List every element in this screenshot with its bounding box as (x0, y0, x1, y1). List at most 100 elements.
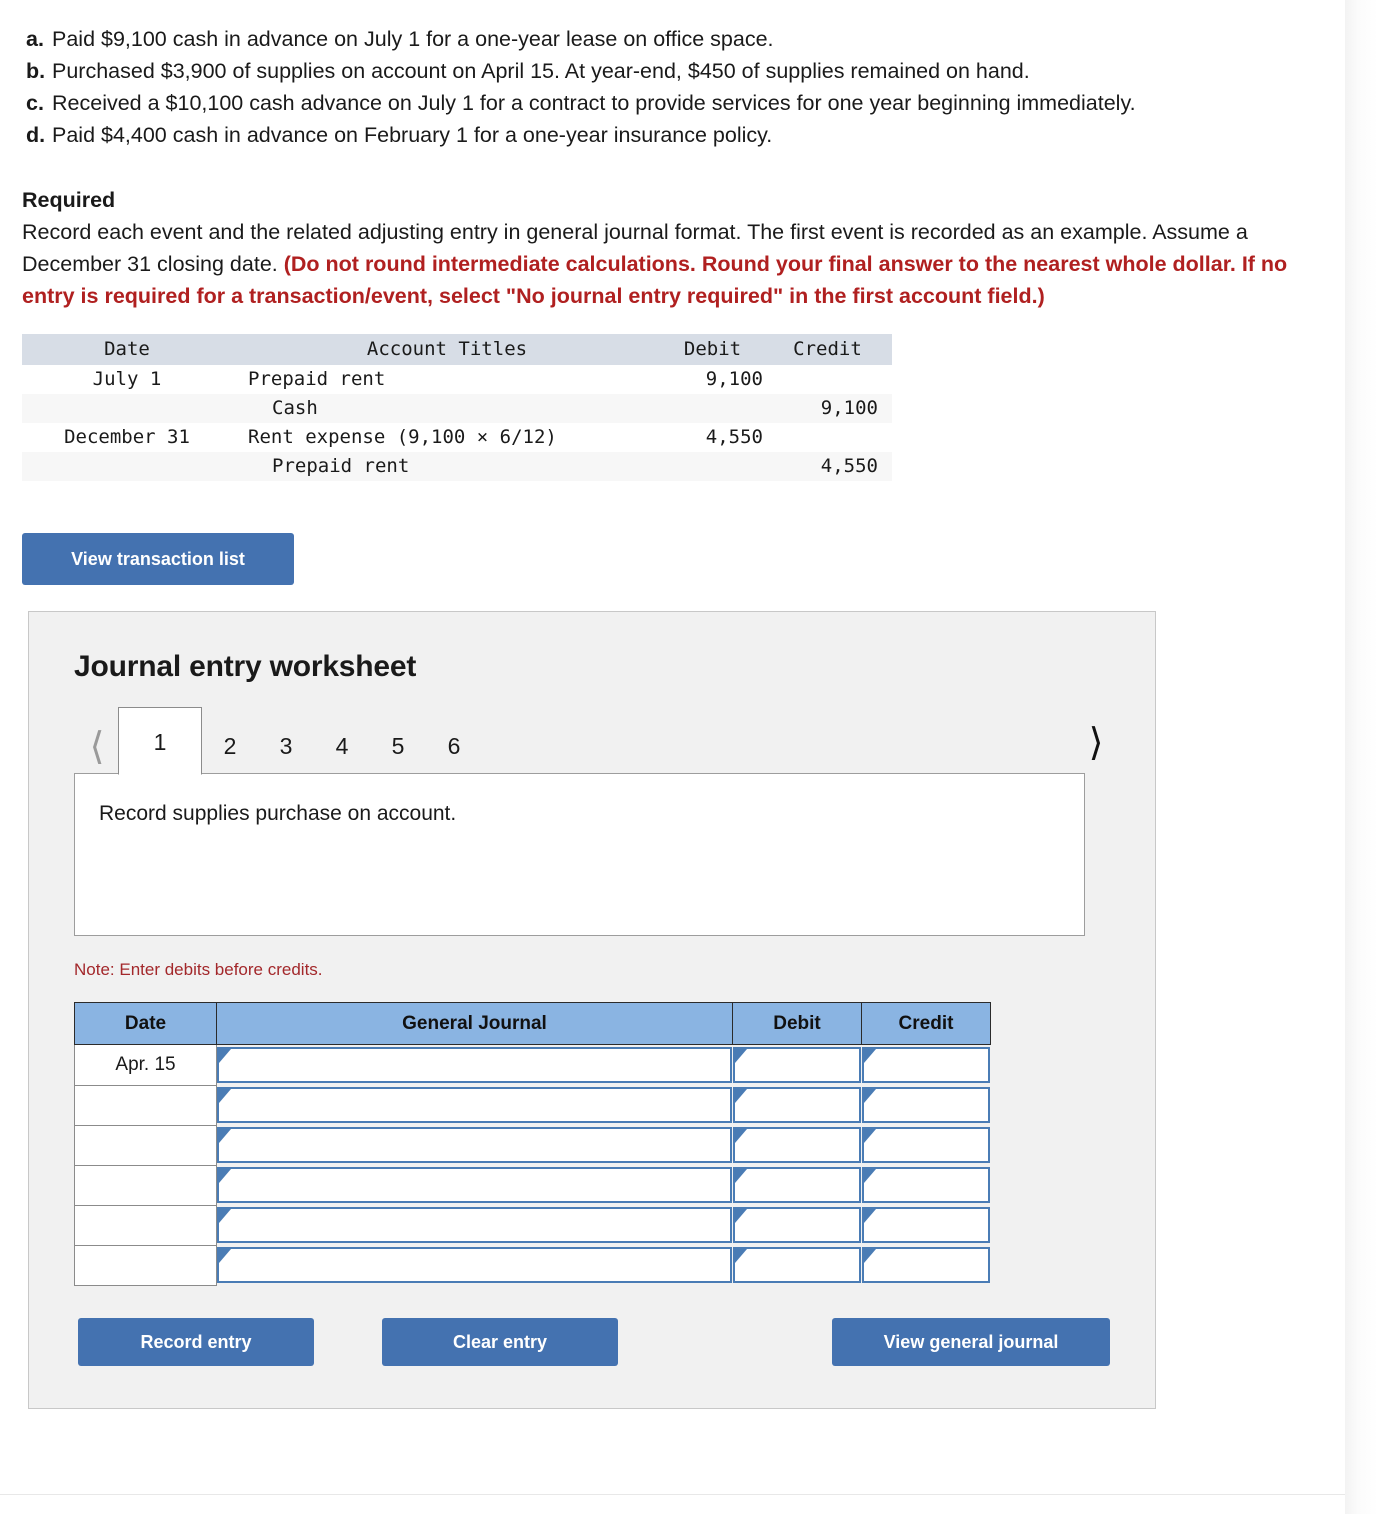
event-text: Paid $9,100 cash in advance on July 1 fo… (52, 27, 774, 51)
dropdown-marker-icon (219, 1249, 231, 1263)
cell-credit: 4,550 (777, 452, 892, 481)
dropdown-marker-icon (734, 1089, 747, 1103)
view-general-journal-button[interactable]: View general journal (832, 1317, 1110, 1366)
credit-input[interactable] (861, 1207, 990, 1243)
cell-general-journal[interactable] (217, 1165, 733, 1205)
general-journal-input[interactable] (217, 1047, 732, 1083)
cell-date[interactable] (74, 1124, 217, 1166)
cell-credit[interactable] (861, 1125, 991, 1165)
tab-2[interactable]: 2 (202, 718, 258, 774)
cell-credit (777, 423, 892, 452)
cell-date[interactable] (74, 1164, 217, 1206)
dropdown-marker-icon (863, 1209, 876, 1223)
tab-6[interactable]: 6 (426, 718, 482, 774)
cell-credit[interactable] (861, 1245, 991, 1285)
cell-date (22, 452, 232, 481)
required-heading: Required (22, 188, 116, 212)
dropdown-marker-icon (734, 1209, 747, 1223)
cell-general-journal[interactable] (217, 1045, 733, 1086)
general-journal-input[interactable] (217, 1247, 732, 1283)
cell-debit[interactable] (732, 1045, 862, 1086)
dropdown-marker-icon (863, 1089, 876, 1103)
table-row (74, 1124, 991, 1166)
dropdown-marker-icon (734, 1249, 747, 1263)
cell-date[interactable] (74, 1084, 217, 1126)
credit-input[interactable] (861, 1127, 990, 1163)
cell-general-journal[interactable] (217, 1245, 733, 1285)
tab-4[interactable]: 4 (314, 718, 370, 774)
event-letter: d. (26, 123, 46, 147)
column-header-general-journal: General Journal (216, 1002, 733, 1045)
table-row: December 31 Rent expense (9,100 × 6/12) … (22, 423, 892, 452)
table-row: Prepaid rent 4,550 (22, 452, 892, 481)
credit-input[interactable] (861, 1167, 990, 1203)
event-letter: a. (26, 27, 44, 51)
chevron-right-icon[interactable]: ⟩ (1075, 724, 1117, 770)
event-text: Paid $4,400 cash in advance on February … (52, 123, 773, 147)
general-journal-input[interactable] (217, 1087, 732, 1123)
cell-credit[interactable] (861, 1085, 991, 1125)
credit-input[interactable] (861, 1047, 990, 1083)
dropdown-marker-icon (863, 1169, 876, 1183)
clear-entry-button[interactable]: Clear entry (382, 1317, 618, 1366)
cell-account: Cash (232, 394, 662, 423)
table-row (74, 1084, 991, 1126)
transaction-description-box: Record supplies purchase on account. (74, 773, 1085, 936)
cell-credit[interactable] (861, 1205, 991, 1245)
cell-general-journal[interactable] (217, 1085, 733, 1125)
page-right-edge (1345, 0, 1378, 1514)
dropdown-marker-icon (734, 1169, 747, 1183)
tab-1[interactable]: 1 (118, 707, 202, 775)
dropdown-marker-icon (219, 1129, 231, 1143)
required-section: Required Record each event and the relat… (0, 185, 1345, 312)
cell-credit[interactable] (861, 1165, 991, 1205)
dropdown-marker-icon (734, 1049, 747, 1063)
journal-entry-table-wrap: Date General Journal Debit Credit Apr. 1… (74, 1002, 1121, 1286)
tab-3[interactable]: 3 (258, 718, 314, 774)
column-header-account: Account Titles (232, 334, 662, 365)
cell-date: December 31 (22, 423, 232, 452)
example-journal-table: Date Account Titles Debit Credit July 1 … (22, 334, 892, 481)
list-item: a. Paid $9,100 cash in advance on July 1… (22, 24, 1315, 55)
debit-input[interactable] (732, 1047, 861, 1083)
dropdown-marker-icon (863, 1049, 876, 1063)
cell-account: Prepaid rent (232, 452, 662, 481)
cell-date[interactable] (74, 1204, 217, 1246)
general-journal-input[interactable] (217, 1127, 732, 1163)
credit-input[interactable] (861, 1087, 990, 1123)
event-text: Purchased $3,900 of supplies on account … (52, 59, 1030, 83)
cell-debit[interactable] (732, 1205, 862, 1245)
general-journal-input[interactable] (217, 1167, 732, 1203)
cell-date: July 1 (22, 365, 232, 394)
cell-account: Prepaid rent (232, 365, 662, 394)
debit-input[interactable] (732, 1127, 861, 1163)
debit-input[interactable] (732, 1207, 861, 1243)
general-journal-input[interactable] (217, 1207, 732, 1243)
debit-input[interactable] (732, 1167, 861, 1203)
chevron-left-icon[interactable]: ⟨ (76, 728, 118, 774)
table-row: Apr. 15 (74, 1044, 991, 1086)
debit-input[interactable] (732, 1087, 861, 1123)
cell-date[interactable]: Apr. 15 (74, 1044, 217, 1086)
event-letter: c. (26, 91, 44, 115)
cell-date (22, 394, 232, 423)
credit-input[interactable] (861, 1247, 990, 1283)
cell-general-journal[interactable] (217, 1205, 733, 1245)
cell-date[interactable] (74, 1244, 217, 1286)
cell-credit[interactable] (861, 1045, 991, 1086)
table-header-row: Date Account Titles Debit Credit (22, 334, 892, 365)
view-transaction-list-button[interactable]: View transaction list (22, 533, 294, 585)
debit-input[interactable] (732, 1247, 861, 1283)
view-transaction-list-wrap: View transaction list (0, 533, 1345, 585)
record-entry-button[interactable]: Record entry (78, 1317, 314, 1366)
cell-debit[interactable] (732, 1245, 862, 1285)
tab-5[interactable]: 5 (370, 718, 426, 774)
cell-debit[interactable] (732, 1125, 862, 1165)
list-item: b. Purchased $3,900 of supplies on accou… (22, 56, 1315, 87)
debits-before-credits-note: Note: Enter debits before credits. (74, 960, 323, 979)
cell-debit[interactable] (732, 1165, 862, 1205)
cell-general-journal[interactable] (217, 1125, 733, 1165)
list-item: d. Paid $4,400 cash in advance on Februa… (22, 120, 1315, 151)
cell-debit[interactable] (732, 1085, 862, 1125)
transaction-description-text: Record supplies purchase on account. (99, 802, 457, 825)
